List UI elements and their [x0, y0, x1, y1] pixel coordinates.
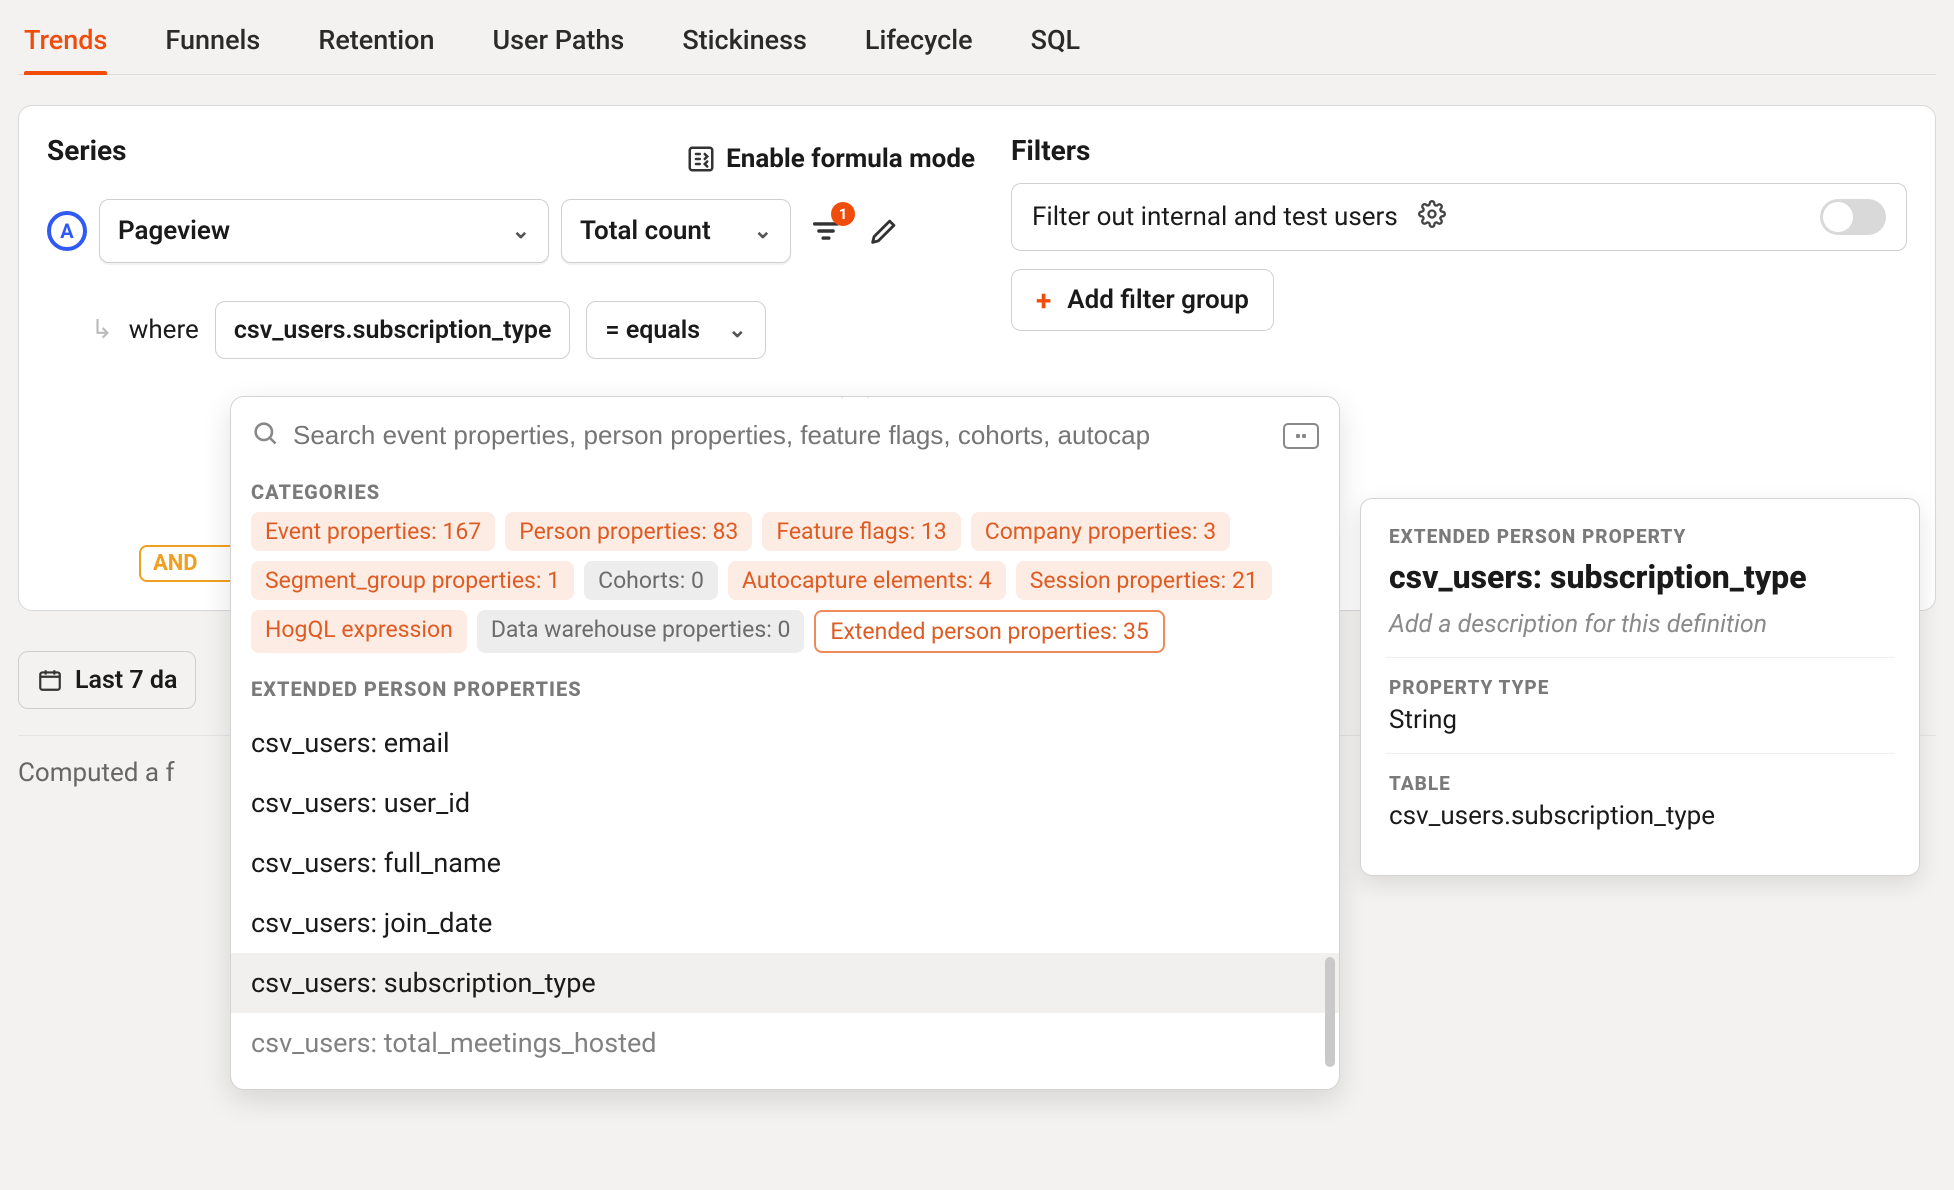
formula-mode-toggle[interactable]: Enable formula mode	[686, 144, 975, 174]
date-range-select[interactable]: Last 7 da	[18, 651, 196, 709]
where-label: where	[129, 315, 199, 345]
detail-eyebrow: EXTENDED PERSON PROPERTY	[1389, 525, 1891, 548]
internal-users-filter[interactable]: Filter out internal and test users	[1011, 183, 1907, 251]
filters-heading: Filters	[1011, 134, 1907, 167]
categories-label: CATEGORIES	[231, 470, 1339, 512]
property-dropdown: CATEGORIES Event properties: 167 Person …	[230, 396, 1340, 1090]
dropdown-caret	[841, 396, 869, 399]
add-filter-group-button[interactable]: + Add filter group	[1011, 269, 1274, 331]
plus-icon: +	[1036, 284, 1051, 317]
keyboard-icon	[1283, 423, 1319, 449]
chip-feature-flags[interactable]: Feature flags: 13	[762, 512, 960, 551]
list-item[interactable]: csv_users: join_date	[231, 893, 1339, 953]
scrollbar-thumb[interactable]	[1325, 957, 1335, 1067]
series-badge-a: A	[47, 211, 87, 251]
tab-retention[interactable]: Retention	[318, 18, 434, 74]
chevron-down-icon: ⌄	[512, 219, 530, 244]
chip-hogql[interactable]: HogQL expression	[251, 610, 467, 653]
series-heading: Series	[47, 134, 127, 167]
property-type-value: String	[1389, 705, 1891, 735]
chip-autocapture[interactable]: Autocapture elements: 4	[728, 561, 1006, 600]
extended-section-label: EXTENDED PERSON PROPERTIES	[231, 667, 1339, 709]
filter-count-badge: 1	[831, 202, 855, 226]
tab-trends[interactable]: Trends	[24, 18, 107, 74]
chip-company-properties[interactable]: Company properties: 3	[971, 512, 1230, 551]
table-label: TABLE	[1389, 772, 1891, 795]
tab-lifecycle[interactable]: Lifecycle	[865, 18, 973, 74]
chip-person-properties[interactable]: Person properties: 83	[505, 512, 752, 551]
property-type-label: PROPERTY TYPE	[1389, 676, 1891, 699]
edit-button[interactable]	[861, 208, 907, 254]
list-item[interactable]: csv_users: email	[231, 713, 1339, 773]
list-item[interactable]: csv_users: total_meetings_hosted	[231, 1013, 1339, 1073]
event-select[interactable]: Pageview ⌄	[99, 199, 549, 263]
chip-extended-person[interactable]: Extended person properties: 35	[814, 610, 1164, 653]
property-search-input[interactable]	[293, 420, 1269, 451]
list-item[interactable]: csv_users: subscription_type	[231, 953, 1339, 1013]
list-item[interactable]: csv_users: user_id	[231, 773, 1339, 833]
table-value: csv_users.subscription_type	[1389, 801, 1891, 831]
series-filter-button[interactable]: 1	[803, 208, 849, 254]
tab-stickiness[interactable]: Stickiness	[682, 18, 807, 74]
operator-select[interactable]: = equals ⌄	[586, 301, 765, 359]
property-list[interactable]: csv_users: email csv_users: user_id csv_…	[231, 709, 1339, 1089]
detail-title: csv_users: subscription_type	[1389, 558, 1891, 596]
metric-select[interactable]: Total count ⌄	[561, 199, 791, 263]
gear-icon[interactable]	[1418, 200, 1446, 235]
chip-cohorts[interactable]: Cohorts: 0	[584, 561, 718, 600]
where-arrow-icon: ↳	[91, 315, 113, 345]
chevron-down-icon: ⌄	[728, 318, 746, 343]
tab-sql[interactable]: SQL	[1031, 18, 1081, 74]
chip-data-warehouse[interactable]: Data warehouse properties: 0	[477, 610, 805, 653]
formula-icon	[686, 144, 716, 174]
tab-funnels[interactable]: Funnels	[165, 18, 260, 74]
list-item[interactable]: csv_users: full_name	[231, 833, 1339, 893]
chip-event-properties[interactable]: Event properties: 167	[251, 512, 495, 551]
chip-session-properties[interactable]: Session properties: 21	[1016, 561, 1272, 600]
insight-tabs: Trends Funnels Retention User Paths Stic…	[18, 0, 1936, 75]
chip-segment-group[interactable]: Segment_group properties: 1	[251, 561, 574, 600]
category-chips: Event properties: 167 Person properties:…	[231, 512, 1339, 667]
chevron-down-icon: ⌄	[754, 219, 772, 244]
search-icon	[251, 419, 279, 452]
internal-users-toggle[interactable]	[1820, 199, 1886, 235]
calendar-icon	[37, 667, 63, 693]
tab-user-paths[interactable]: User Paths	[493, 18, 625, 74]
property-select[interactable]: csv_users.subscription_type	[215, 301, 571, 359]
detail-description[interactable]: Add a description for this definition	[1389, 610, 1891, 639]
property-detail-panel: EXTENDED PERSON PROPERTY csv_users: subs…	[1360, 498, 1920, 876]
